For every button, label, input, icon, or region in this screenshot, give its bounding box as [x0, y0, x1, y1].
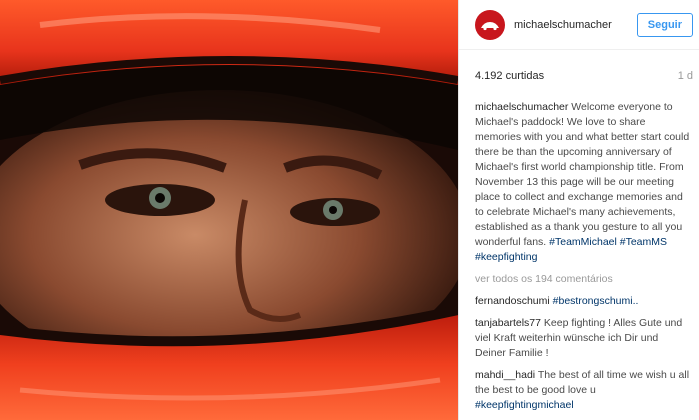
caption-text: Welcome everyone to Michael's paddock! W…	[475, 101, 690, 248]
comments-section: michaelschumacher Welcome everyone to Mi…	[459, 100, 699, 413]
caption: michaelschumacher Welcome everyone to Mi…	[475, 100, 691, 265]
caption-username[interactable]: michaelschumacher	[475, 101, 568, 113]
username-link[interactable]: michaelschumacher	[514, 19, 637, 31]
view-all-comments-link[interactable]: ver todos os 194 comentários	[475, 272, 691, 287]
comment-username[interactable]: fernandoschumi	[475, 295, 550, 307]
post-header: michaelschumacher Seguir	[459, 0, 699, 50]
list-item: tanjabartels77 Keep fighting ! Alles Gut…	[475, 316, 691, 361]
post-age: 1 d	[677, 70, 693, 82]
follow-button[interactable]: Seguir	[636, 12, 693, 37]
comment-hashtags[interactable]: #bestrongschumi..	[553, 295, 639, 307]
comment-hashtags[interactable]: #keepfightingmichael	[475, 399, 574, 411]
list-item: fernandoschumi #bestrongschumi..	[475, 294, 691, 309]
post-sidebar: michaelschumacher Seguir 4.192 curtidas …	[458, 0, 699, 420]
comment-username[interactable]: mahdi__hadi	[475, 369, 535, 381]
post-meta: 4.192 curtidas 1 d	[459, 70, 699, 82]
post-photo	[0, 0, 458, 420]
list-item: mahdi__hadi The best of all time we wish…	[475, 368, 691, 413]
likes-count[interactable]: 4.192 curtidas	[475, 70, 544, 82]
car-logo-icon	[481, 21, 499, 30]
avatar[interactable]	[475, 9, 505, 40]
comment-username[interactable]: tanjabartels77	[475, 317, 541, 329]
